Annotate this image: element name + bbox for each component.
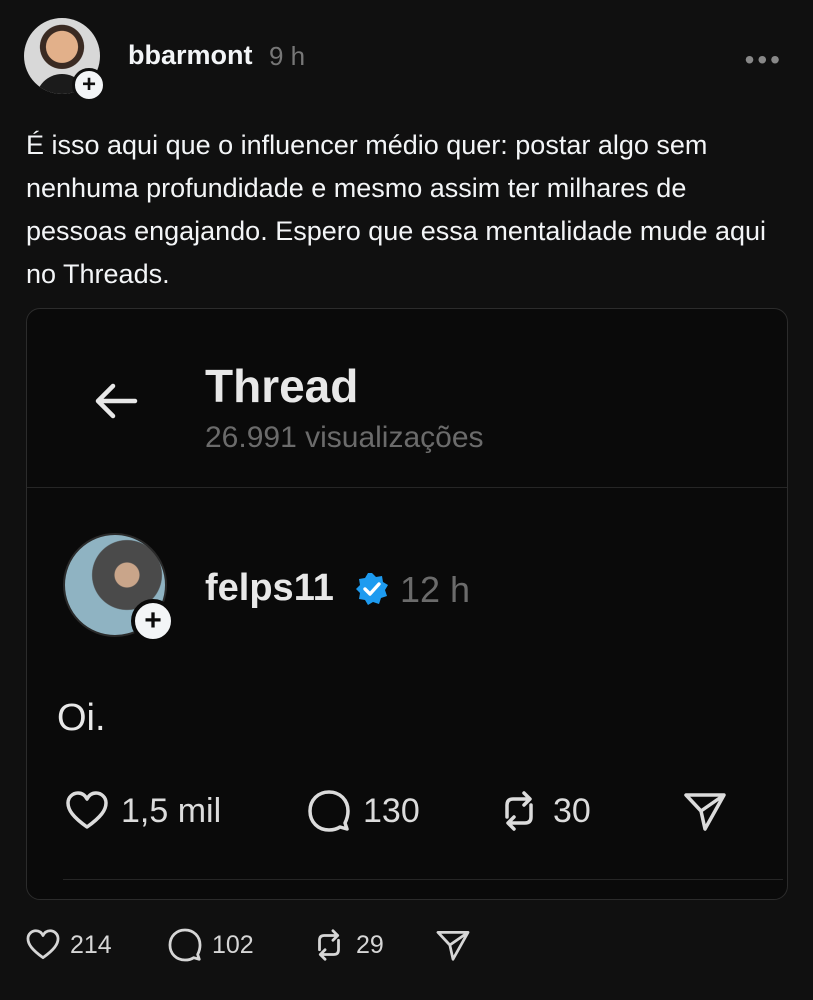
speech-bubble-icon	[168, 928, 202, 962]
inner-author-username: felps11	[205, 567, 334, 609]
inner-author-avatar: +	[63, 533, 175, 643]
divider	[27, 487, 787, 488]
divider	[63, 879, 783, 880]
heart-icon	[26, 929, 60, 960]
share-button[interactable]	[434, 926, 472, 964]
inner-share	[681, 787, 729, 835]
post-body: É isso aqui que o influencer médio quer:…	[26, 130, 767, 289]
send-icon	[436, 930, 470, 961]
post-action-bar: 214 102 29	[24, 926, 524, 970]
embedded-screenshot[interactable]: Thread 26.991 visualizações + felps11 12…	[26, 308, 788, 900]
follow-plus-icon[interactable]: +	[72, 68, 106, 102]
author-avatar[interactable]: +	[24, 18, 106, 102]
inner-post-text: Oi.	[57, 697, 106, 739]
embed-view-count: 26.991 visualizações	[205, 421, 484, 454]
reply-button[interactable]: 102	[166, 926, 254, 964]
inner-repost-count: 30	[553, 791, 591, 830]
heart-icon	[66, 791, 108, 829]
embed-page-title: Thread	[205, 360, 359, 412]
threads-post: + bbarmont 9 h ••• É isso aqui que o inf…	[0, 0, 813, 1000]
inner-reply-count: 130	[363, 791, 420, 830]
back-arrow-icon	[95, 383, 138, 419]
repost-button[interactable]: 29	[310, 926, 384, 964]
post-timestamp: 9 h	[269, 41, 306, 71]
reply-count: 102	[212, 930, 254, 959]
inner-timestamp: 12 h	[400, 569, 471, 610]
verified-badge-icon	[356, 573, 388, 605]
repost-icon	[318, 929, 340, 961]
inner-action-bar: 1,5 mil 130 30	[63, 787, 763, 835]
author-username[interactable]: bbarmont	[128, 40, 253, 71]
inner-follow-plus-icon: +	[131, 599, 175, 643]
send-icon	[684, 793, 726, 831]
repost-icon	[505, 791, 533, 831]
repost-count: 29	[356, 930, 384, 959]
more-options-icon[interactable]: •••	[745, 44, 783, 76]
inner-like-count: 1,5 mil	[121, 791, 222, 830]
speech-bubble-icon	[308, 790, 350, 832]
inner-reply: 130	[305, 787, 420, 835]
inner-repost: 30	[495, 787, 591, 835]
like-button[interactable]: 214	[24, 926, 112, 964]
like-count: 214	[70, 930, 112, 959]
inner-like: 1,5 mil	[63, 787, 221, 835]
